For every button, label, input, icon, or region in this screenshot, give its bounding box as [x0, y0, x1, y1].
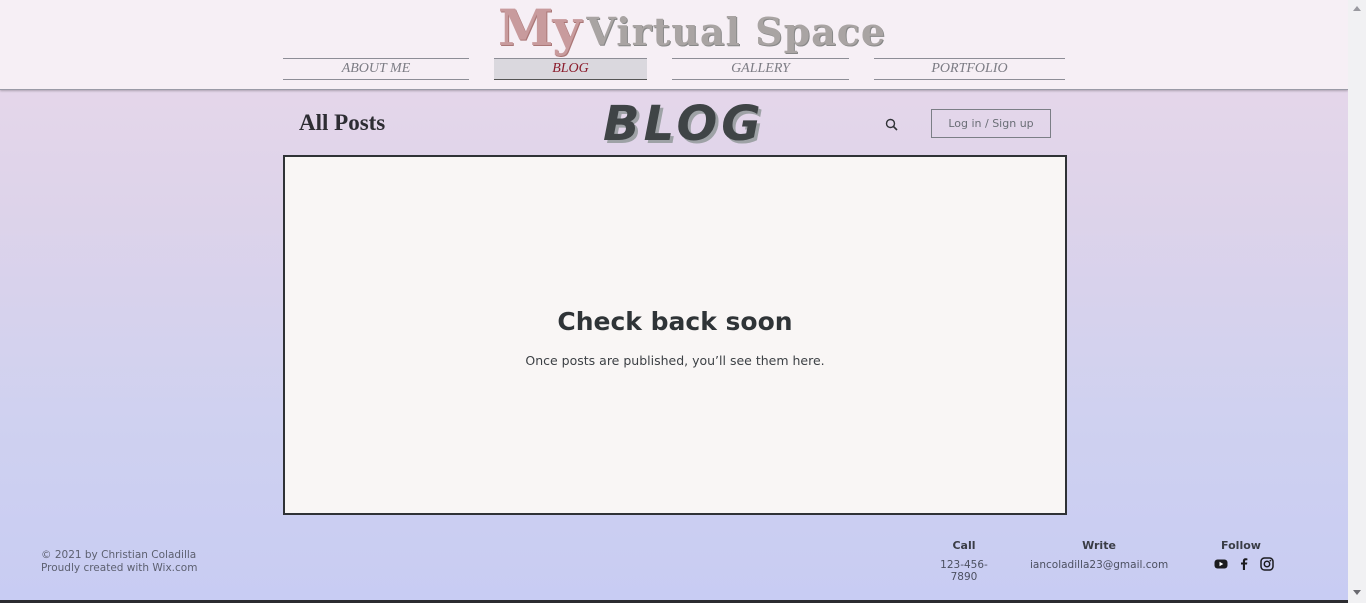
social-bar [1214, 557, 1274, 571]
site-header: My Virtual Space ABOUT ME BLOG GALLERY PO… [0, 0, 1348, 90]
all-posts-link[interactable]: All Posts [299, 110, 385, 136]
footer-write: Write iancoladilla23@gmail.com [1030, 539, 1168, 571]
write-heading: Write [1082, 539, 1116, 552]
phone-number[interactable]: 123-456-7890 [930, 559, 998, 583]
scroll-down-arrow-icon[interactable] [1353, 590, 1361, 595]
site-title-my: My [498, 0, 581, 57]
wix-credit-link[interactable]: Proudly created with Wix.com [41, 562, 197, 575]
youtube-icon[interactable] [1214, 557, 1228, 571]
facebook-icon[interactable] [1237, 557, 1251, 571]
nav-item-portfolio[interactable]: PORTFOLIO [874, 58, 1065, 80]
footer-credits: © 2021 by Christian Coladilla Proudly cr… [41, 549, 197, 575]
site-title-rest: Virtual Space [586, 9, 887, 54]
nav-item-gallery[interactable]: GALLERY [672, 58, 849, 80]
instagram-icon[interactable] [1260, 557, 1274, 571]
nav-item-blog[interactable]: BLOG [494, 58, 647, 80]
posts-empty-state: Check back soon Once posts are published… [283, 155, 1067, 515]
call-heading: Call [952, 539, 976, 552]
site-title[interactable]: My Virtual Space [498, 0, 887, 57]
scroll-up-arrow-icon[interactable] [1353, 6, 1361, 11]
blog-logo: BLOG [603, 96, 765, 152]
vertical-scrollbar[interactable] [1348, 0, 1366, 603]
empty-state-subtitle: Once posts are published, you’ll see the… [525, 353, 825, 368]
email-address[interactable]: iancoladilla23@gmail.com [1030, 559, 1168, 571]
login-signup-button[interactable]: Log in / Sign up [931, 109, 1051, 138]
empty-state-title: Check back soon [557, 307, 793, 336]
nav-item-about-me[interactable]: ABOUT ME [283, 58, 469, 80]
follow-heading: Follow [1221, 539, 1261, 552]
search-icon[interactable] [885, 118, 899, 132]
copyright-text: © 2021 by Christian Coladilla [41, 549, 197, 561]
footer-follow: Follow [1210, 539, 1272, 559]
blog-toolbar: All Posts BLOG Log in / Sign up [283, 96, 1067, 152]
footer-call: Call 123-456-7890 [930, 539, 998, 583]
